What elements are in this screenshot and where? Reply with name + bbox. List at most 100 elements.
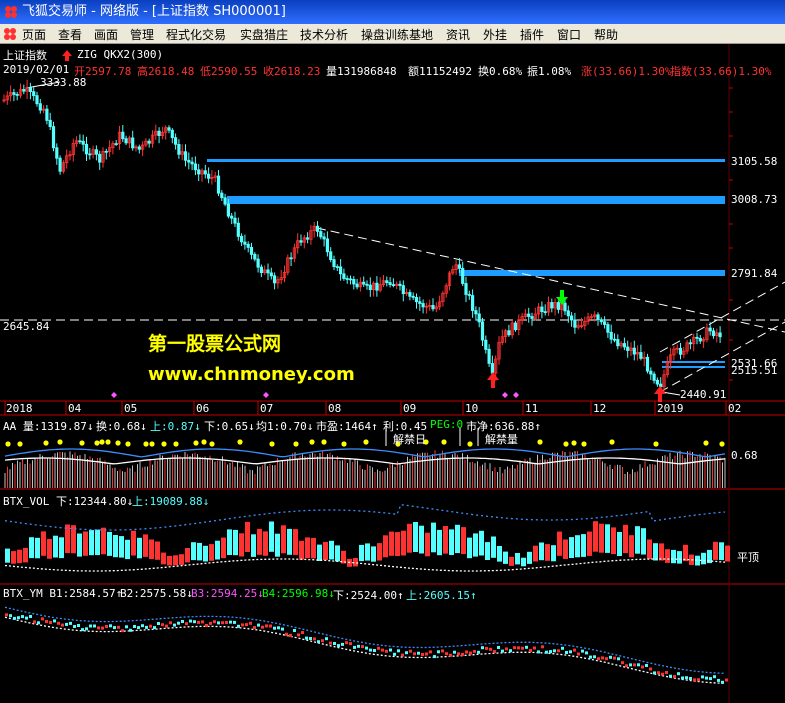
candlestick-series[interactable] (2, 80, 722, 394)
ym-mark (129, 628, 132, 632)
candle-body (464, 283, 468, 295)
candle-body (203, 170, 207, 175)
peak-label: 3333.88 (40, 76, 87, 89)
ym-mark (253, 626, 256, 630)
ym-mark (713, 675, 716, 679)
candle-body (239, 235, 244, 243)
ym-mark (205, 624, 208, 627)
candle-body (170, 129, 174, 139)
candle-body (325, 238, 330, 253)
candle-body (385, 280, 389, 284)
candle-body (114, 143, 118, 146)
ym-mark (93, 624, 96, 628)
ym-mark (133, 625, 136, 628)
candle-body (305, 237, 310, 240)
ym-mark (297, 633, 300, 637)
aa-upper-line (4, 448, 726, 458)
ym-mark (125, 625, 128, 629)
ym-mark (173, 623, 176, 627)
candle-body (649, 370, 653, 375)
ym-mark (609, 655, 612, 659)
candle-body (131, 137, 135, 149)
ym-b4: B4:2596.98↓ (262, 587, 335, 600)
ym-mark (665, 671, 668, 674)
candle-body (540, 306, 544, 312)
ym-mark (365, 646, 368, 650)
level-line-3105[interactable] (207, 159, 725, 162)
bar-date: 2019/02/01 (3, 63, 70, 76)
vol-bar (443, 526, 448, 554)
vol-bar (503, 551, 508, 564)
ym-mark (41, 617, 44, 621)
candle-body (94, 149, 98, 155)
ym-mark (77, 624, 80, 627)
ym-mark (17, 616, 20, 620)
channel-upper-line[interactable] (659, 281, 785, 353)
time-label-10: 10 (465, 402, 479, 415)
ym-mark (233, 620, 236, 624)
candle-body (32, 91, 36, 96)
candle-body (556, 302, 561, 310)
ym-mark (101, 626, 104, 630)
candle-body (457, 264, 462, 269)
ym-mark (525, 645, 528, 649)
ym-mark (577, 652, 580, 656)
vol-bar (329, 540, 334, 560)
ym-mark (49, 621, 52, 624)
candle-body (622, 343, 627, 348)
ym-mark (61, 623, 64, 627)
candle-body (266, 269, 270, 274)
vol-bar (167, 555, 172, 566)
vol-bar (125, 539, 130, 560)
time-label-06: 06 (196, 402, 210, 415)
level-line-2515[interactable] (662, 366, 725, 368)
aa-yellow-dots (5, 439, 725, 447)
ym-mark (661, 672, 664, 676)
ym-mark (157, 622, 160, 625)
ym-mark (625, 664, 628, 668)
candle-body (708, 327, 712, 332)
ym-mark (9, 614, 12, 618)
candle-body (58, 157, 62, 172)
candle-body (236, 222, 240, 237)
aa-dot (467, 441, 473, 447)
ym-mark (429, 650, 432, 654)
vol-bar (551, 545, 556, 562)
ym-mark (405, 651, 408, 655)
candle-body (220, 192, 224, 199)
vol-bar (533, 545, 538, 562)
candle-body (398, 283, 402, 287)
ym-mark (621, 661, 624, 665)
level-bar-2791[interactable] (459, 270, 725, 276)
level-bar-3008[interactable] (227, 196, 725, 204)
ym-mark (445, 652, 448, 656)
ym-mark (409, 649, 412, 653)
ym-mark (461, 652, 464, 656)
vol-bar (209, 544, 214, 561)
ym-mark (53, 619, 56, 623)
candle-body (177, 143, 181, 155)
aa-dot (201, 439, 207, 445)
aa-dot (57, 439, 63, 445)
amount-value: 额11152492 (408, 65, 472, 78)
aa-dot (149, 441, 155, 447)
ym-mark (449, 653, 452, 657)
candle-body (45, 108, 49, 121)
candle-body (22, 89, 26, 92)
vol-bar (659, 543, 664, 561)
vol-bar (245, 521, 250, 552)
candle-body (243, 241, 247, 245)
ym-mark (465, 650, 468, 654)
level-label-3008: 3008.73 (731, 193, 778, 206)
ym-mark (613, 656, 616, 660)
ym-mark (45, 620, 48, 623)
aa-dot (5, 441, 11, 447)
candle-body (609, 331, 613, 340)
ym-mark (557, 649, 560, 653)
ym-mark (385, 649, 388, 653)
time-label-04: 04 (68, 402, 82, 415)
vol-bar (65, 524, 70, 553)
ym-mark (213, 620, 216, 624)
aa-dot (309, 439, 315, 445)
ym-mark (145, 625, 148, 629)
